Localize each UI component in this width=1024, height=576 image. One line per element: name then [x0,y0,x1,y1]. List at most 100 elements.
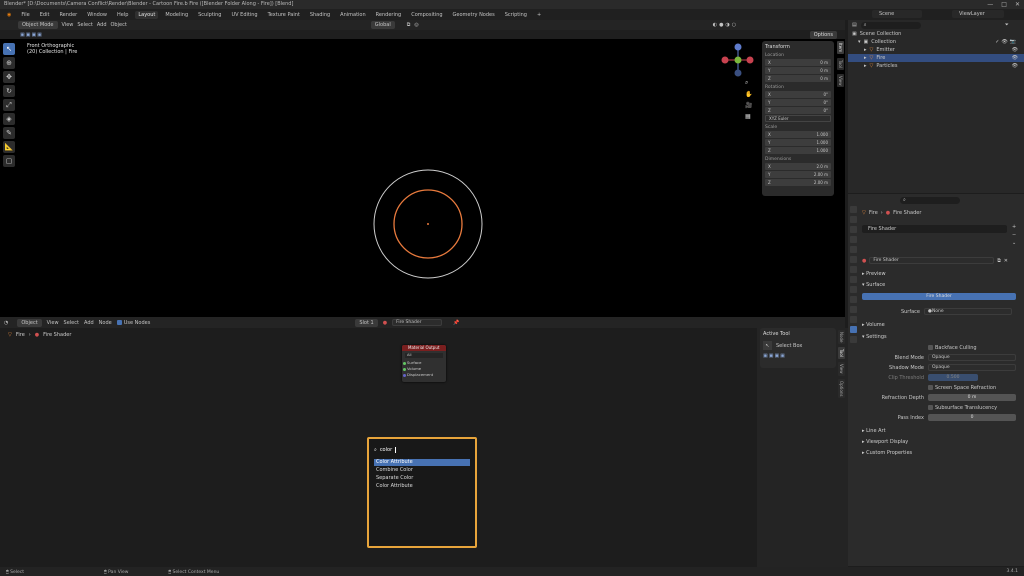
minimize-button[interactable]: — [987,0,993,9]
viewport-menu-object[interactable]: Object [111,22,127,28]
expand-arrow-icon[interactable]: ▸ [864,47,867,53]
refraction-depth-field[interactable]: 0 m [928,394,1016,401]
world-tab-icon[interactable] [849,256,857,263]
search-result-item[interactable]: Separate Color [374,475,470,482]
outliner-row-emitter[interactable]: ▸ ▽ Emitter 👁 [848,46,1024,54]
add-cube-tool-icon[interactable]: ▢ [3,155,15,167]
surface-shader-field[interactable]: Fire Shader [862,293,1016,300]
subsurface-translucency-checkbox[interactable]: Subsurface Translucency [862,405,1020,411]
tab-geometry-nodes[interactable]: Geometry Nodes [450,11,498,19]
rotation-x-field[interactable]: X 0° [765,91,831,98]
tab-tool[interactable]: Tool [837,58,844,70]
orientation-dropdown[interactable]: Global [370,21,395,29]
node-menu-select[interactable]: Select [64,320,79,326]
menu-file[interactable]: File [18,11,32,19]
view-layer-tab-icon[interactable] [849,236,857,243]
texture-tab-icon[interactable] [849,336,857,343]
view-layer-selector[interactable]: ViewLayer [952,10,1004,18]
eye-icon[interactable]: 👁 [1012,63,1018,69]
tab-texture-paint[interactable]: Texture Paint [265,11,303,19]
pan-hand-icon[interactable]: ✋ [745,91,752,98]
node-object-dropdown[interactable]: Object [17,318,42,327]
material-output-node[interactable]: Material Output All Surface Volume Displ… [402,345,446,382]
tab-sculpting[interactable]: Sculpting [195,11,224,19]
location-z-field[interactable]: Z0 m [765,75,831,82]
node-menu-node[interactable]: Node [99,320,112,326]
tab-view[interactable]: View [837,73,844,88]
scale-z-field[interactable]: Z 1.000 [765,147,831,154]
section-preview[interactable]: ▸ Preview [862,271,1020,277]
perspective-grid-icon[interactable]: ▦ [745,113,752,120]
tab-view[interactable]: View [838,362,845,376]
visibility-icons[interactable]: ✓👁📷 [995,39,1018,45]
use-nodes-toggle[interactable]: Use Nodes [116,319,150,326]
particles-tab-icon[interactable] [849,286,857,293]
3d-viewport[interactable]: Front Orthographic (20) Collection | Fir… [0,39,845,317]
expand-arrow-icon[interactable]: ▾ [858,39,861,45]
scale-y-field[interactable]: Y 1.000 [765,139,831,146]
viewport-menu-view[interactable]: View [62,22,74,28]
tab-scripting[interactable]: Scripting [502,11,530,19]
slot-dropdown[interactable]: Slot 1 [355,318,378,327]
tab-rendering[interactable]: Rendering [373,11,405,19]
select-mode-icons[interactable]: ▣▣▣▣ [763,353,833,359]
measure-tool-icon[interactable]: 📐 [3,141,15,153]
material-name-field[interactable]: Fire Shader [869,257,995,264]
socket-displacement[interactable]: Displacement [402,372,446,378]
outliner-row-collection[interactable]: ▾ ▣ Collection ✓👁📷 [848,38,1024,46]
tab-options[interactable]: Options [838,378,845,399]
rotation-z-field[interactable]: Z 0° [765,107,831,114]
section-volume[interactable]: ▸ Volume [862,322,1020,328]
select-mode-icons[interactable]: ▣▣▣▣ [20,32,43,38]
scale-tool-icon[interactable]: ⤢ [3,99,15,111]
shadow-mode-dropdown[interactable]: Opaque [928,364,1016,371]
viewport-menu-select[interactable]: Select [77,22,92,28]
camera-view-icon[interactable]: 🎥 [745,102,752,109]
tab-tool[interactable]: Tool [838,347,845,360]
slot-menu-icon[interactable]: ⌄ [1012,240,1016,246]
outliner-row-particles[interactable]: ▸ ▽ Particles 👁 [848,62,1024,70]
tab-modeling[interactable]: Modeling [162,11,191,19]
node-target-dropdown[interactable]: All [405,353,443,358]
rotation-y-field[interactable]: Y 0° [765,99,831,106]
rotate-tool-icon[interactable]: ↻ [3,85,15,97]
move-tool-icon[interactable]: ✥ [3,71,15,83]
outliner-search-input[interactable]: ⌕ [860,21,921,29]
material-slot-item[interactable]: Fire Shader [868,226,896,232]
scene-tab-icon[interactable] [849,246,857,253]
object-tab-icon[interactable] [849,266,857,273]
add-workspace-button[interactable]: + [534,11,544,19]
tab-compositing[interactable]: Compositing [408,11,445,19]
scene-selector[interactable]: Scene [872,10,922,18]
menu-help[interactable]: Help [114,11,131,19]
filter-icon[interactable]: ⏷ [1005,22,1009,28]
pin-icon[interactable]: 📌 [453,320,459,326]
node-search-input[interactable]: ⌕ color [374,445,434,454]
object-mode-dropdown[interactable]: Object Mode [18,21,58,29]
menu-window[interactable]: Window [84,11,110,19]
screen-space-refraction-checkbox[interactable]: Screen Space Refraction [862,385,1020,391]
render-tab-icon[interactable] [849,216,857,223]
node-material-field[interactable]: Fire Shader [392,319,443,326]
tab-animation[interactable]: Animation [337,11,369,19]
editor-type-icon[interactable]: ◔ [4,320,8,326]
tab-shading[interactable]: Shading [307,11,333,19]
options-dropdown[interactable]: Options [809,30,837,39]
location-x-field[interactable]: X0 m [765,59,831,66]
node-menu-add[interactable]: Add [84,320,94,326]
location-y-field[interactable]: Y0 m [765,67,831,74]
section-viewport-display[interactable]: ▸ Viewport Display [862,439,1020,445]
material-browse-icon[interactable]: ● [862,258,866,264]
tab-layout[interactable]: Layout [135,10,159,19]
clip-threshold-slider[interactable]: 0.500 [928,374,978,381]
menu-render[interactable]: Render [56,11,80,19]
select-box-icon[interactable]: ↖ [763,341,772,350]
material-tab-icon[interactable] [849,326,857,333]
node-menu-view[interactable]: View [47,320,59,326]
eye-icon[interactable]: 👁 [1012,47,1018,53]
outliner-display-icon[interactable]: ▤ [852,22,857,28]
properties-search-input[interactable]: ⌕ [900,197,960,204]
modifier-tab-icon[interactable] [849,276,857,283]
cursor-tool-icon[interactable]: ⊕ [3,57,15,69]
section-surface[interactable]: ▾ Surface [862,282,1020,288]
